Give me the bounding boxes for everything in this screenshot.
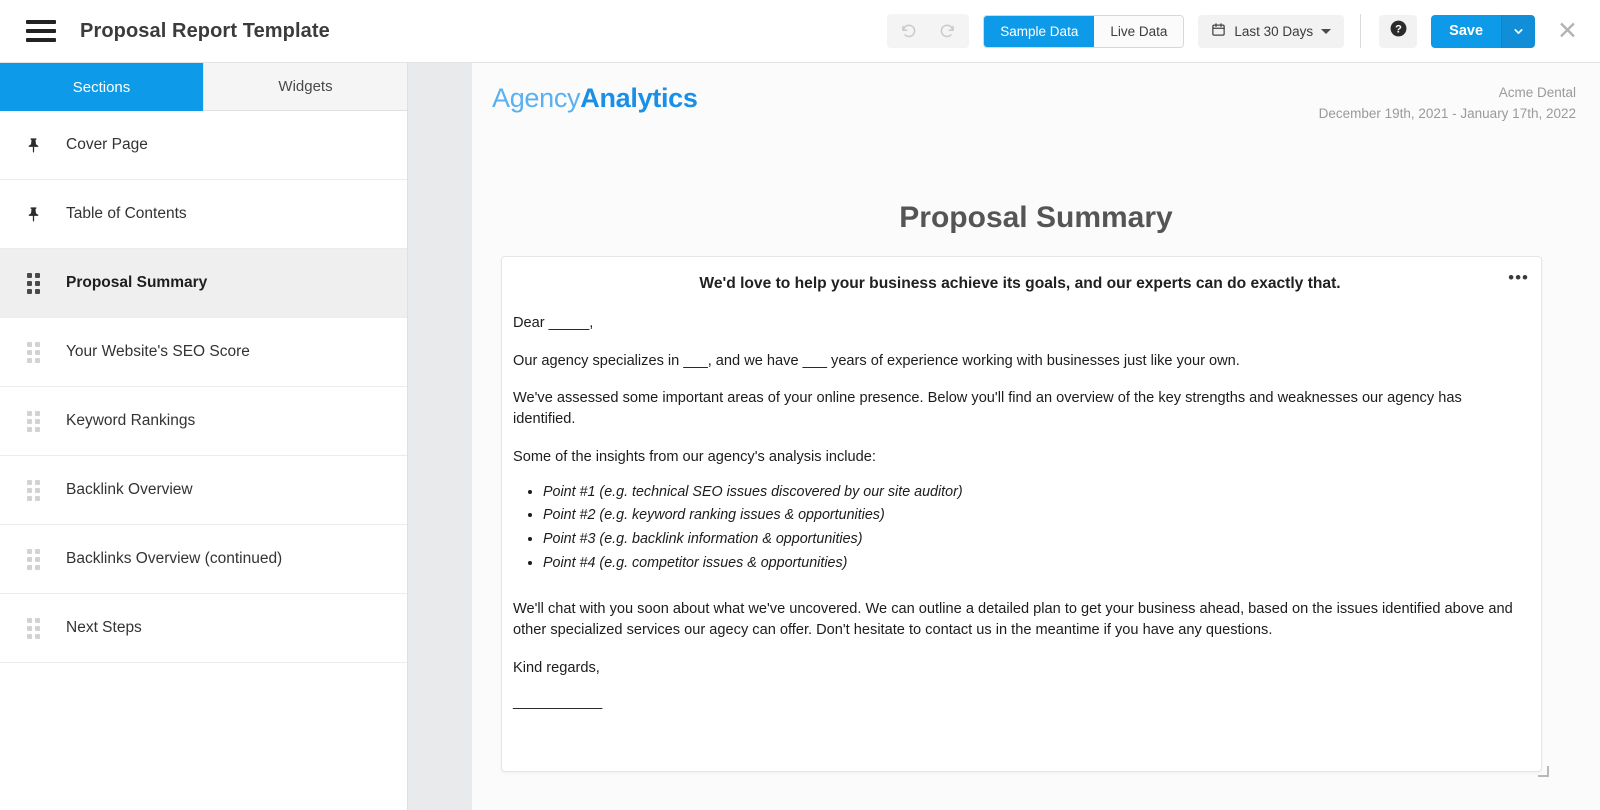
sidebar-item-label: Backlinks Overview (continued) bbox=[66, 550, 283, 567]
sidebar-item-next-steps[interactable]: Next Steps bbox=[0, 594, 407, 663]
logo-text-agency: Agency bbox=[492, 83, 581, 113]
report-client-meta: Acme Dental December 19th, 2021 - Januar… bbox=[1319, 83, 1576, 125]
sidebar-item-label: Cover Page bbox=[66, 136, 148, 153]
chevron-down-icon bbox=[1321, 28, 1332, 34]
tab-widgets[interactable]: Widgets bbox=[203, 63, 407, 111]
list-item: Point #3 (e.g. backlink information & op… bbox=[543, 528, 1527, 552]
sidebar-item-label: Proposal Summary bbox=[66, 274, 208, 291]
client-name: Acme Dental bbox=[1498, 85, 1576, 100]
report-header: AgencyAnalytics Acme Dental December 19t… bbox=[472, 63, 1600, 173]
ellipsis-icon[interactable]: ••• bbox=[1508, 269, 1529, 286]
preview-gutter bbox=[408, 63, 472, 810]
drag-handle-icon[interactable] bbox=[0, 479, 66, 501]
sidebar-item-table-of-contents[interactable]: Table of Contents bbox=[0, 180, 407, 249]
toolbar-actions: Sample Data Live Data Last 30 Days ? Sav… bbox=[887, 14, 1582, 48]
list-item: Point #1 (e.g. technical SEO issues disc… bbox=[543, 481, 1527, 505]
sidebar-item-proposal-summary[interactable]: Proposal Summary bbox=[0, 249, 407, 318]
save-button-group: Save bbox=[1431, 14, 1536, 48]
report-date-range: December 19th, 2021 - January 17th, 2022 bbox=[1318, 105, 1576, 121]
paragraph-1: Our agency specializes in ___, and we ha… bbox=[513, 352, 1240, 369]
tab-sections[interactable]: Sections bbox=[0, 63, 203, 111]
widget-content: We'd love to help your business achieve … bbox=[502, 257, 1541, 729]
sidebar-item-backlinks-overview-continued[interactable]: Backlinks Overview (continued) bbox=[0, 525, 407, 594]
undo-redo-group bbox=[887, 14, 970, 48]
save-dropdown-button[interactable] bbox=[1501, 14, 1536, 48]
proposal-summary-widget[interactable]: ••• We'd love to help your business achi… bbox=[501, 256, 1549, 777]
date-range-picker[interactable]: Last 30 Days bbox=[1198, 14, 1345, 48]
list-item: Point #4 (e.g. competitor issues & oppor… bbox=[543, 552, 1527, 576]
paragraph-4: We'll chat with you soon about what we'v… bbox=[513, 601, 1513, 639]
sidebar-item-label: Backlink Overview bbox=[66, 481, 193, 498]
close-icon[interactable]: ✕ bbox=[1557, 18, 1582, 44]
sidebar-item-cover-page[interactable]: Cover Page bbox=[0, 111, 407, 180]
sidebar-item-seo-score[interactable]: Your Website's SEO Score bbox=[0, 318, 407, 387]
drag-handle-icon[interactable] bbox=[0, 410, 66, 432]
sidebar-item-label: Next Steps bbox=[66, 619, 142, 636]
list-item: Point #2 (e.g. keyword ranking issues & … bbox=[543, 504, 1527, 528]
sidebar-tabs: Sections Widgets bbox=[0, 63, 407, 111]
agency-analytics-logo: AgencyAnalytics bbox=[492, 83, 698, 114]
sidebar-item-label: Table of Contents bbox=[66, 205, 187, 222]
toolbar-divider bbox=[1360, 14, 1362, 48]
sidebar-item-label: Keyword Rankings bbox=[66, 412, 196, 429]
data-source-toggle: Sample Data Live Data bbox=[983, 14, 1185, 48]
closing-text: Kind regards, bbox=[513, 659, 600, 676]
save-button[interactable]: Save bbox=[1431, 14, 1502, 48]
paragraph-3: Some of the insights from our agency's a… bbox=[513, 448, 876, 465]
svg-text:?: ? bbox=[1395, 23, 1402, 35]
top-toolbar: Proposal Report Template Sample Data Liv… bbox=[0, 0, 1600, 63]
hamburger-icon[interactable] bbox=[26, 20, 56, 42]
sidebar-item-backlink-overview[interactable]: Backlink Overview bbox=[0, 456, 407, 525]
resize-handle-icon[interactable] bbox=[1537, 765, 1549, 777]
date-range-label: Last 30 Days bbox=[1234, 23, 1314, 39]
drag-handle-icon[interactable] bbox=[0, 617, 66, 639]
sidebar-item-label: Your Website's SEO Score bbox=[66, 343, 250, 360]
pin-icon bbox=[0, 205, 66, 224]
calendar-icon bbox=[1211, 22, 1226, 40]
salutation-text: Dear _____, bbox=[513, 315, 594, 331]
sidebar: Sections Widgets Cover Page Table of Con… bbox=[0, 63, 408, 810]
sidebar-item-keyword-rankings[interactable]: Keyword Rankings bbox=[0, 387, 407, 456]
redo-icon[interactable] bbox=[933, 17, 961, 45]
insight-bullet-list: Point #1 (e.g. technical SEO issues disc… bbox=[543, 481, 1527, 576]
pin-icon bbox=[0, 136, 66, 155]
report-preview-canvas: AgencyAnalytics Acme Dental December 19t… bbox=[472, 63, 1600, 810]
drag-handle-icon[interactable] bbox=[0, 341, 66, 363]
report-section-title: Proposal Summary bbox=[899, 201, 1173, 234]
sample-data-button[interactable]: Sample Data bbox=[984, 15, 1095, 47]
paragraph-2: We've assessed some important areas of y… bbox=[513, 390, 1462, 428]
page-title: Proposal Report Template bbox=[80, 19, 330, 42]
signature-line: ___________ bbox=[513, 693, 603, 710]
section-list: Cover Page Table of Contents Proposal Su… bbox=[0, 111, 407, 663]
drag-handle-icon[interactable] bbox=[0, 548, 66, 570]
widget-headline: We'd love to help your business achieve … bbox=[699, 275, 1341, 292]
live-data-button[interactable]: Live Data bbox=[1094, 15, 1184, 47]
help-icon: ? bbox=[1389, 19, 1408, 43]
help-button[interactable]: ? bbox=[1379, 14, 1418, 48]
drag-handle-icon[interactable] bbox=[0, 272, 66, 294]
logo-text-analytics: Analytics bbox=[580, 83, 698, 113]
undo-icon[interactable] bbox=[895, 17, 923, 45]
